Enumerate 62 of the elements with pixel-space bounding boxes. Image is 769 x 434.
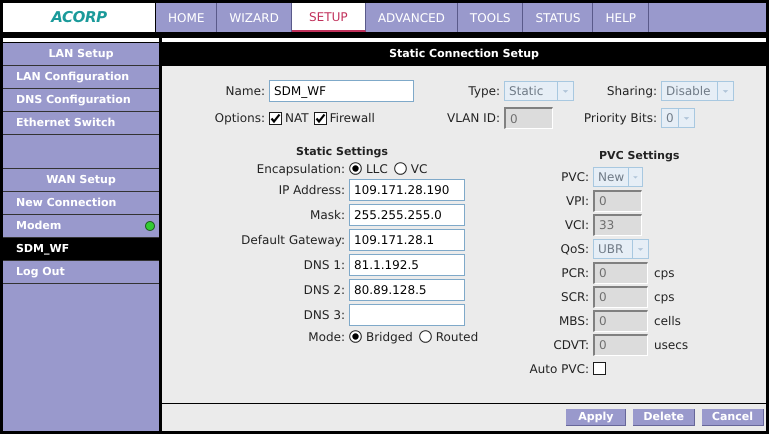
- field-label: DNS 2:: [304, 282, 345, 296]
- field-label: Name:: [226, 84, 265, 98]
- checkbox[interactable]: [593, 362, 606, 375]
- checkbox[interactable]: [269, 112, 282, 124]
- field-label: Sharing:: [606, 84, 657, 98]
- field-label: Priority Bits:: [584, 111, 657, 125]
- unit-label: cps: [654, 288, 674, 306]
- text-field[interactable]: 255.255.255.0: [349, 204, 465, 226]
- field-label: PCR:: [561, 266, 589, 280]
- sidebar-heading: WAN Setup: [46, 172, 116, 188]
- radio-label: Routed: [436, 328, 478, 346]
- nav-tab[interactable]: SETUP: [292, 3, 366, 32]
- panel-title: Static Connection Setup: [389, 46, 539, 62]
- radio-label: Bridged: [366, 328, 413, 346]
- field-label: DNS 1:: [304, 258, 345, 272]
- field-label: VCI:: [564, 218, 589, 232]
- field-label: VPI:: [566, 194, 589, 208]
- field-label: Default Gateway:: [241, 232, 345, 246]
- field-label: IP Address:: [278, 182, 345, 196]
- text-field[interactable]: 109.171.28.1: [349, 228, 465, 250]
- section-title: PVC Settings: [599, 149, 680, 162]
- text-field[interactable]: 81.1.192.5: [349, 254, 465, 276]
- field-label: SCR:: [560, 290, 589, 304]
- checkbox[interactable]: [314, 112, 327, 124]
- text-field[interactable]: 80.89.128.5: [349, 278, 465, 300]
- action-button[interactable]: Delete: [633, 409, 695, 426]
- field-label: QoS:: [560, 242, 589, 256]
- checkbox-label: Firewall: [330, 110, 375, 127]
- field-label: CDVT:: [553, 338, 589, 352]
- field-label: Auto PVC:: [529, 362, 589, 376]
- radio-label: VC: [410, 160, 428, 178]
- radio-button[interactable]: [349, 162, 362, 175]
- radio-button[interactable]: [394, 162, 407, 175]
- unit-label: usecs: [654, 336, 688, 354]
- text-field[interactable]: 109.171.28.190: [349, 178, 465, 200]
- field-label: Options:: [214, 111, 265, 125]
- sidebar-item[interactable]: DNS Configuration: [3, 89, 159, 112]
- field-label: PVC:: [561, 170, 589, 184]
- unit-label: cps: [654, 264, 674, 282]
- sidebar-item[interactable]: Log Out: [3, 261, 159, 284]
- radio-button[interactable]: [349, 330, 362, 343]
- field-label: Mode:: [308, 330, 345, 344]
- section-title: Static Settings: [296, 145, 388, 158]
- field-label: MBS:: [558, 314, 589, 328]
- text-field[interactable]: [349, 304, 465, 326]
- text-field[interactable]: SDM_WF: [269, 80, 414, 102]
- field-label: DNS 3:: [304, 308, 345, 322]
- action-button[interactable]: Cancel: [702, 409, 764, 426]
- field-label: Mask:: [310, 208, 345, 222]
- unit-label: cells: [654, 312, 681, 330]
- field-label: VLAN ID:: [447, 111, 500, 125]
- action-button[interactable]: Apply: [566, 409, 626, 426]
- field-label: Type:: [468, 84, 500, 98]
- sidebar-heading: LAN Setup: [48, 46, 114, 62]
- sidebar-item[interactable]: New Connection: [3, 192, 159, 215]
- radio-label: LLC: [366, 160, 388, 178]
- field-label: Encapsulation:: [256, 162, 345, 176]
- radio-button[interactable]: [418, 330, 432, 343]
- sidebar-item[interactable]: Ethernet Switch: [3, 112, 159, 135]
- sidebar-item[interactable]: LAN Configuration: [3, 66, 159, 89]
- checkbox-label: NAT: [285, 110, 309, 127]
- sidebar-item[interactable]: SDM_WF: [3, 238, 159, 261]
